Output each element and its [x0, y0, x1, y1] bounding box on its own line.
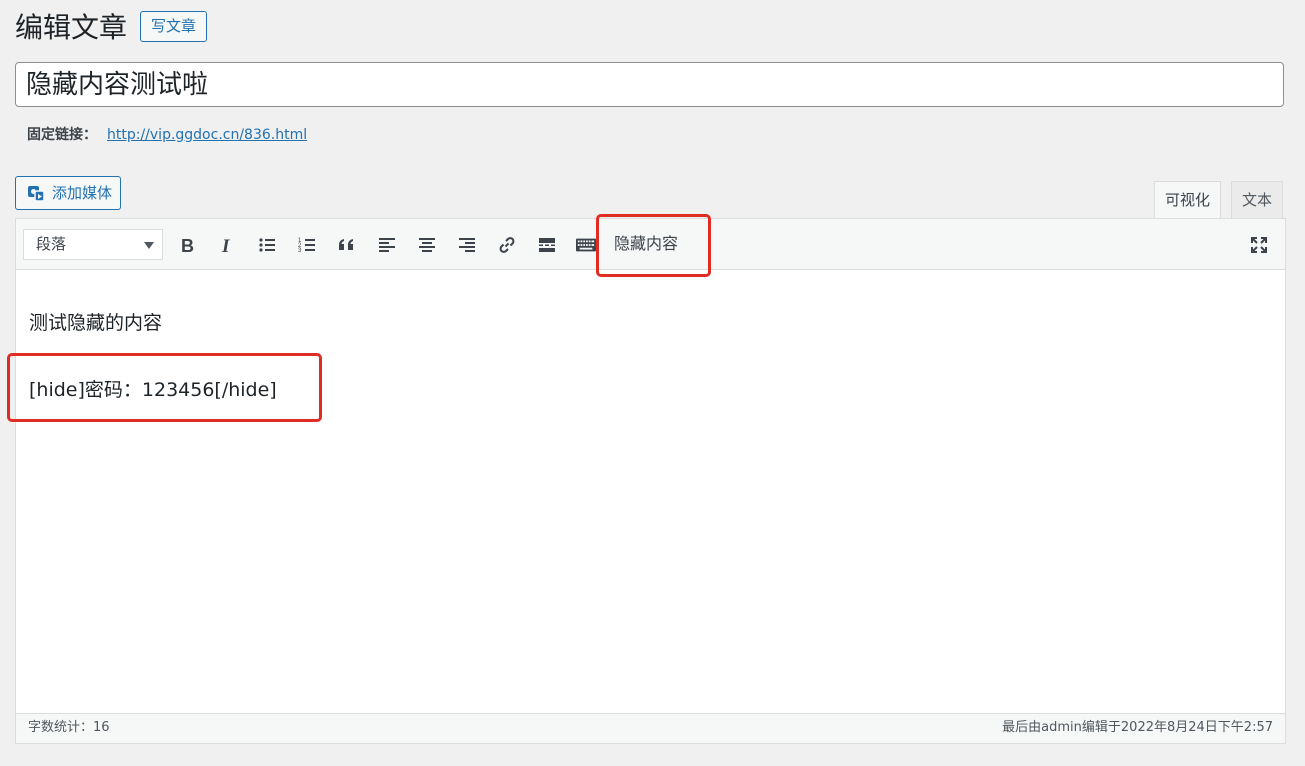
bullet-list-button[interactable]: [254, 232, 280, 258]
read-more-button[interactable]: [534, 232, 560, 258]
align-center-icon: [419, 238, 435, 252]
format-select[interactable]: 段落: [23, 229, 163, 260]
editor-statusbar: 字数统计：16 最后由admin编辑于2022年8月24日下午2:57: [16, 713, 1285, 743]
last-edited: 最后由admin编辑于2022年8月24日下午2:57: [1002, 720, 1273, 735]
highlight-box-shortcode: [7, 353, 322, 422]
post-title-input[interactable]: 隐藏内容测试啦: [15, 62, 1284, 107]
word-count: 字数统计：16: [28, 720, 110, 735]
svg-text:3: 3: [298, 248, 302, 254]
chevron-down-icon: [144, 242, 154, 249]
svg-text:I: I: [221, 236, 230, 255]
numbered-list-button[interactable]: 1 2 3: [294, 232, 320, 258]
align-right-button[interactable]: [454, 232, 480, 258]
numbered-list-icon: 1 2 3: [298, 238, 315, 254]
fullscreen-icon: [1251, 237, 1267, 253]
align-left-icon: [379, 238, 395, 252]
add-media-button[interactable]: 添加媒体: [15, 176, 122, 210]
permalink-label: 固定链接：: [27, 127, 97, 143]
bold-button[interactable]: B: [174, 232, 200, 258]
align-center-button[interactable]: [414, 232, 440, 258]
page-title: 编辑文章: [15, 11, 128, 44]
keyboard-icon: [576, 238, 596, 252]
italic-icon: I: [221, 236, 230, 255]
blockquote-icon: [339, 239, 353, 250]
highlight-box-hide-button: [596, 214, 711, 277]
read-more-icon: [539, 238, 555, 252]
italic-button[interactable]: I: [214, 232, 240, 258]
svg-text:B: B: [181, 236, 194, 255]
blockquote-button[interactable]: [334, 232, 360, 258]
permalink-link[interactable]: http://vip.ggdoc.cn/836.html: [107, 127, 307, 143]
editor: 段落 B I 1 2 3 隐藏内容 测试隐藏的内容 [hide]密码：12345…: [15, 218, 1286, 744]
align-left-button[interactable]: [374, 232, 400, 258]
link-button[interactable]: [494, 232, 520, 258]
align-right-icon: [459, 238, 475, 252]
format-select-value: 段落: [36, 235, 67, 253]
tab-text[interactable]: 文本: [1231, 181, 1284, 218]
fullscreen-button[interactable]: [1246, 232, 1272, 258]
media-icon: [28, 186, 45, 202]
add-media-label: 添加媒体: [52, 184, 113, 202]
link-icon: [499, 237, 515, 253]
bold-icon: B: [181, 236, 194, 255]
add-new-post-button[interactable]: 写文章: [140, 11, 208, 42]
tab-visual[interactable]: 可视化: [1154, 181, 1222, 219]
content-paragraph: 测试隐藏的内容: [29, 312, 163, 334]
bullet-list-icon: [259, 238, 275, 252]
permalink: 固定链接： http://vip.ggdoc.cn/836.html: [27, 125, 307, 145]
